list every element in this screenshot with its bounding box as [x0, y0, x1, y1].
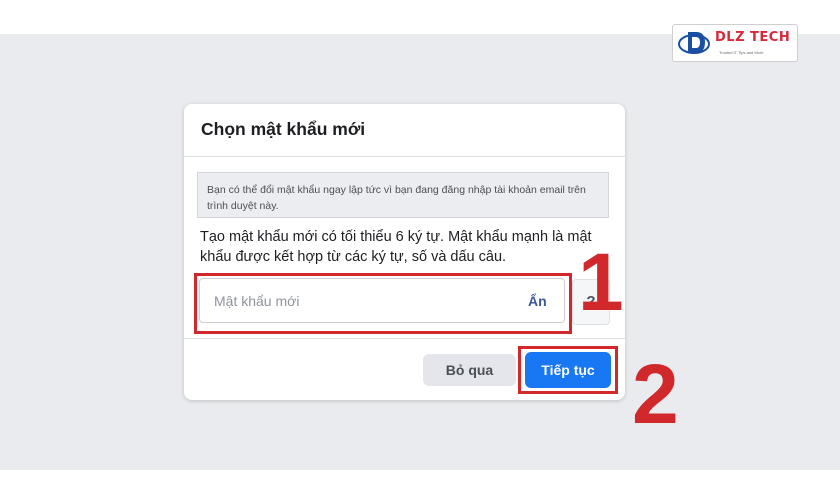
- brand-name: DLZ TECH: [715, 30, 791, 45]
- dialog-title: Chọn mật khẩu mới: [201, 119, 366, 139]
- password-instructions: Tạo mật khẩu mới có tối thiểu 6 ký tự. M…: [200, 229, 592, 265]
- notice-text: Bạn có thể đổi mật khẩu ngay lập tức vì …: [207, 184, 586, 212]
- footer-divider: [184, 338, 625, 339]
- annotation-number-1: 1: [578, 237, 624, 328]
- skip-button[interactable]: Bỏ qua: [423, 354, 516, 386]
- info-notice: Bạn có thể đổi mật khẩu ngay lập tức vì …: [197, 172, 609, 218]
- annotation-box-continue: [518, 346, 618, 394]
- annotation-number-2: 2: [632, 347, 679, 441]
- brand-logo: DLZ TECH Trusted IT Tips and More: [672, 24, 798, 62]
- header-divider: [184, 156, 625, 157]
- annotation-box-password: [194, 273, 572, 334]
- brand-tagline: Trusted IT Tips and More: [719, 50, 764, 55]
- brand-logo-icon: [678, 32, 710, 54]
- bottom-bar: [0, 470, 840, 500]
